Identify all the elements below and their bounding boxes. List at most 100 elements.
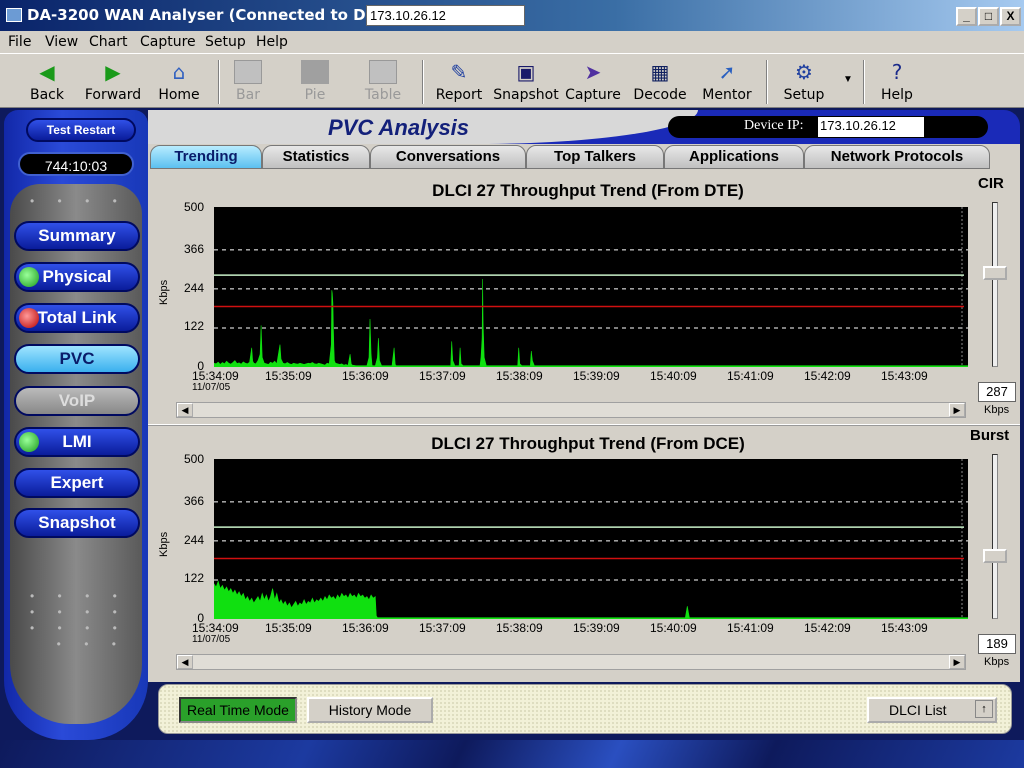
cir-slider-track[interactable] [992,202,998,367]
y-tick: 500 [183,200,204,214]
bar-button[interactable]: Bar [212,58,284,106]
menu-bar: File View Chart Capture Setup Help [0,31,1024,53]
close-button[interactable]: X [1000,7,1021,26]
nav-voip[interactable]: VoIP [14,386,140,416]
capture-icon: ➤ [584,60,602,84]
menu-file[interactable]: File [8,34,31,50]
test-restart-button[interactable]: Test Restart [26,118,136,142]
report-icon: ✎ [450,60,468,84]
x-tick: 15:37:09 [419,369,466,383]
toolbar: ◀ Back ▶ Forward ⌂ Home Bar Pie Table ✎ … [0,53,1024,108]
history-mode-button[interactable]: History Mode [307,697,433,723]
chart-divider [148,424,1020,426]
elapsed-timer: 744:10:03 [18,152,134,176]
title-device-ip: 173.10.26.12 [366,5,525,26]
burst-label: Burst [970,427,1010,444]
x-tick: 15:43:09 [881,369,928,383]
nav-lmi[interactable]: LMI [14,427,140,457]
nav-summary[interactable]: Summary [14,221,140,251]
nav-pvc[interactable]: PVC [14,344,140,374]
snapshot-button[interactable]: ▣ Snapshot [490,58,562,106]
tab-bar: Trending Statistics Conversations Top Ta… [148,144,1020,170]
dte-throughput-plot [214,207,968,367]
speaker-grille: • • • • • • • • • • • • • • • [30,589,127,651]
decorative-dots: • • • • [30,194,127,208]
pie-button[interactable]: Pie [279,58,351,106]
y-tick: 500 [183,452,204,466]
x-tick: 15:38:09 [496,369,543,383]
burst-slider-thumb[interactable] [983,549,1007,563]
help-button[interactable]: ? Help [861,58,933,106]
x-tick: 15:40:09 [650,369,697,383]
title-bar: DA-3200 WAN Analyser (Connected to Devic… [0,0,1024,31]
forward-arrow-icon: ▶ [105,60,121,84]
pie-chart-icon [301,60,329,84]
camera-icon: ▣ [516,60,536,84]
dlci-list-button[interactable]: DLCI List ↑ [867,697,997,723]
x-tick: 15:36:09 [342,621,389,635]
x-tick: 15:41:09 [727,621,774,635]
cir-label: CIR [978,175,1004,192]
nav-expert[interactable]: Expert [14,468,140,498]
home-button[interactable]: ⌂ Home [143,58,215,106]
cir-unit: Kbps [984,404,1010,416]
tab-top-talkers[interactable]: Top Talkers [526,145,664,169]
dte-horizontal-scrollbar[interactable]: ◀ ▶ [176,402,966,418]
cir-slider-thumb[interactable] [983,266,1007,280]
tab-statistics[interactable]: Statistics [262,145,370,169]
scroll-right-icon[interactable]: ▶ [949,655,965,669]
scroll-right-icon[interactable]: ▶ [949,403,965,417]
x-tick: 15:41:09 [727,369,774,383]
decode-button[interactable]: ▦ Decode [624,58,696,106]
dce-throughput-plot [214,459,968,619]
chart-area: DLCI 27 Throughput Trend (From DTE) CIR … [148,170,1020,682]
scroll-left-icon[interactable]: ◀ [177,655,193,669]
nav-snapshot[interactable]: Snapshot [14,508,140,538]
menu-capture[interactable]: Capture [140,34,196,50]
back-arrow-icon: ◀ [39,60,55,84]
menu-view[interactable]: View [45,34,78,50]
menu-setup[interactable]: Setup [205,34,246,50]
real-time-mode-button[interactable]: Real Time Mode [179,697,297,723]
maximize-button[interactable]: □ [978,7,999,26]
x-tick: 15:40:09 [650,621,697,635]
setup-icon: ⚙ [795,60,813,84]
y-tick: 366 [183,242,204,256]
setup-dropdown-icon[interactable]: ▼ [843,74,853,85]
mentor-icon: ➚ [718,60,736,84]
minimize-button[interactable]: _ [956,7,977,26]
nav-physical[interactable]: Physical [14,262,140,292]
back-button[interactable]: ◀ Back [11,58,83,106]
report-button[interactable]: ✎ Report [423,58,495,106]
menu-chart[interactable]: Chart [89,34,127,50]
scroll-left-icon[interactable]: ◀ [177,403,193,417]
device-ip-display: Device IP: 173.10.26.12 [668,116,988,138]
app-icon [6,8,22,22]
burst-value: 189 [978,634,1016,654]
left-nav-panel: Test Restart 744:10:03 • • • • Summary P… [4,110,148,740]
x-tick: 15:35:09 [265,621,312,635]
x-tick: 15:38:09 [496,621,543,635]
burst-slider-track[interactable] [992,454,998,619]
menu-help[interactable]: Help [256,34,288,50]
setup-button[interactable]: ⚙ Setup [768,58,840,106]
x-tick: 15:36:09 [342,369,389,383]
dce-horizontal-scrollbar[interactable]: ◀ ▶ [176,654,966,670]
forward-button[interactable]: ▶ Forward [77,58,149,106]
mentor-button[interactable]: ➚ Mentor [691,58,763,106]
x-tick: 15:37:09 [419,621,466,635]
cir-value: 287 [978,382,1016,402]
x-tick: 15:39:09 [573,369,620,383]
decode-icon: ▦ [650,60,670,84]
tab-network-protocols[interactable]: Network Protocols [804,145,990,169]
tab-trending[interactable]: Trending [150,145,262,169]
capture-button[interactable]: ➤ Capture [557,58,629,106]
dlci-list-dropdown-icon[interactable]: ↑ [975,700,993,718]
y-tick: 366 [183,494,204,508]
tab-conversations[interactable]: Conversations [370,145,526,169]
device-ip-label: Device IP: [744,118,804,133]
tab-applications[interactable]: Applications [664,145,804,169]
x-tick: 15:39:09 [573,621,620,635]
table-button[interactable]: Table [347,58,419,106]
nav-total-link[interactable]: Total Link [14,303,140,333]
